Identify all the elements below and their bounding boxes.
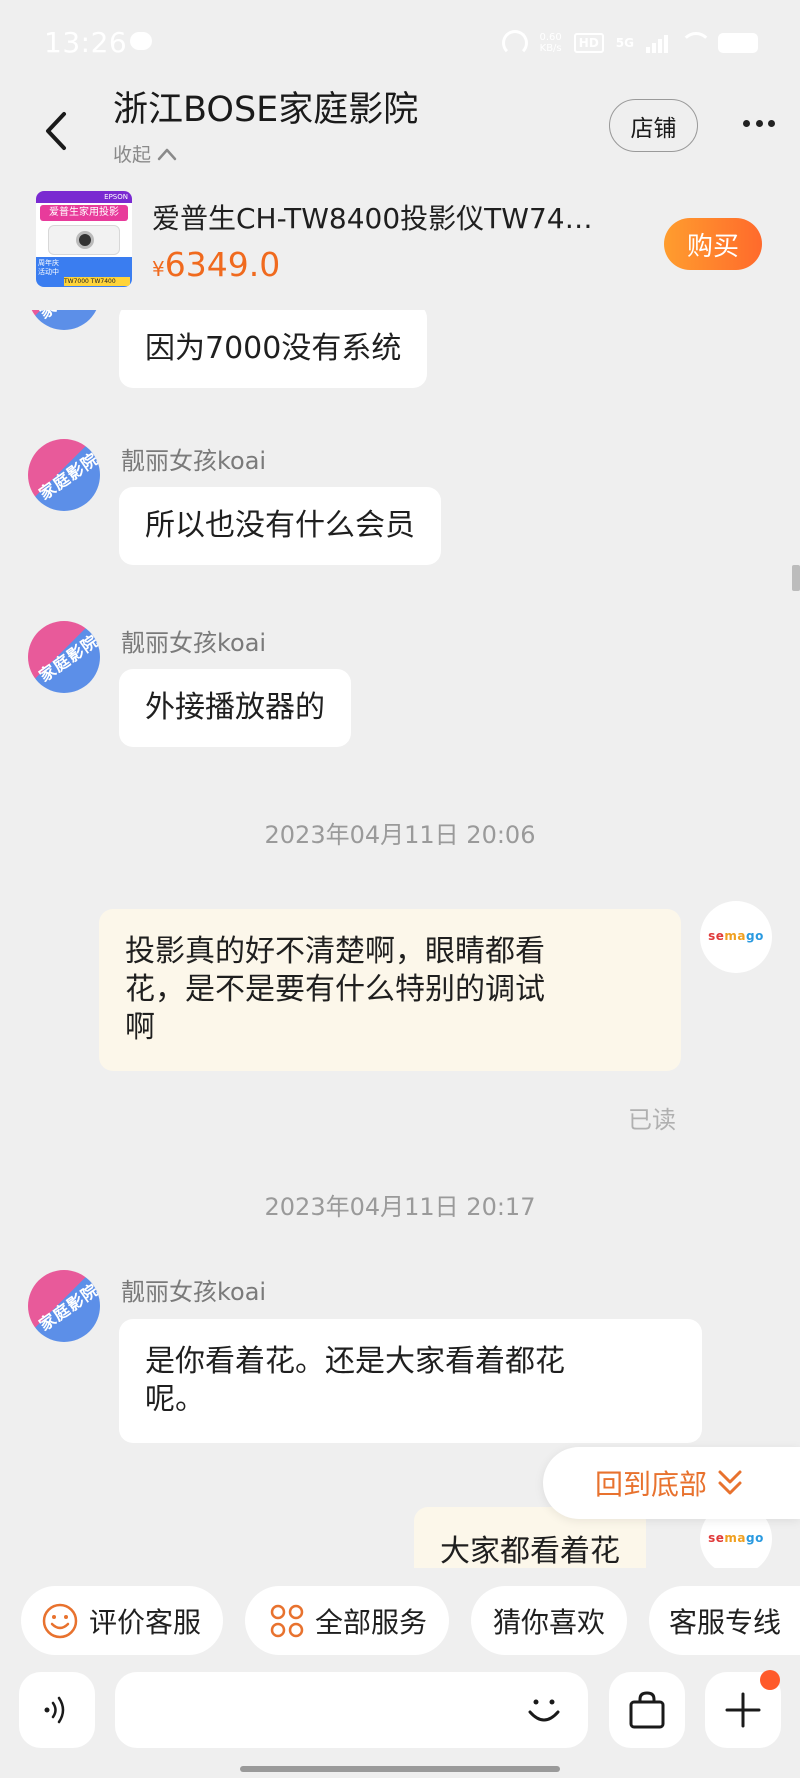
product-card[interactable]: EPSON 爱普生家用投影 周年庆活动中 TW7000 TW7400 爱普生CH… xyxy=(0,185,800,287)
chip-label: 猜你喜欢 xyxy=(493,1605,606,1639)
sender-name: 靓丽女孩koai xyxy=(121,447,267,475)
chip-label: 全部服务 xyxy=(315,1605,428,1639)
service-hotline-chip[interactable]: 客服专线 xyxy=(649,1586,800,1655)
guess-you-like-chip[interactable]: 猜你喜欢 xyxy=(471,1586,628,1655)
message-timestamp: 2023年04月11日 20:06 xyxy=(264,821,536,849)
chat-messages[interactable]: 家庭影院 因为7000没有系统 家庭影院 靓丽女孩koai 所以也没有什么会员 … xyxy=(0,310,800,1568)
hd-icon: HD xyxy=(573,33,604,53)
voice-icon xyxy=(44,1696,65,1724)
message-bubble[interactable]: 是你看着花。还是大家看着都花 呢。 xyxy=(119,1319,702,1443)
product-thumbnail[interactable]: EPSON 爱普生家用投影 周年庆活动中 TW7000 TW7400 xyxy=(36,191,132,287)
net-speed-value: 0.60 xyxy=(539,32,562,43)
wifi-icon xyxy=(680,32,712,54)
input-bar xyxy=(0,1670,800,1752)
signal-icon xyxy=(646,33,668,53)
status-time: 13:26 xyxy=(44,26,128,59)
message-timestamp: 2023年04月11日 20:17 xyxy=(264,1193,536,1221)
speed-gauge-icon xyxy=(501,30,528,56)
chat-header: 浙江BOSE家庭影院 收起 店铺 xyxy=(0,90,800,178)
sender-name: 靓丽女孩koai xyxy=(121,1278,267,1306)
chip-label: 评价客服 xyxy=(89,1605,202,1639)
network-type: 5G xyxy=(615,36,634,50)
plus-icon xyxy=(725,1692,761,1728)
back-to-bottom-button[interactable]: 回到底部 xyxy=(543,1447,800,1519)
semago-logo: semago xyxy=(708,1531,764,1545)
net-speed-unit: KB/s xyxy=(539,43,562,54)
page-title: 浙江BOSE家庭影院 xyxy=(113,90,419,130)
shopping-bag-button[interactable] xyxy=(609,1672,685,1748)
buy-button[interactable]: 购买 xyxy=(664,218,762,270)
message-bubble[interactable]: 所以也没有什么会员 xyxy=(119,487,441,565)
collapse-label: 收起 xyxy=(113,144,152,166)
product-price: ¥6349.0 xyxy=(152,245,280,284)
shopping-bag-icon xyxy=(629,1691,665,1729)
price-value: 6349.0 xyxy=(164,245,281,284)
battery-icon xyxy=(718,33,758,53)
shop-avatar[interactable]: 家庭影院 xyxy=(28,1270,100,1342)
quick-actions-bar: 评价客服 全部服务 猜你喜欢 客服专线 xyxy=(0,1586,800,1660)
home-indicator[interactable] xyxy=(240,1766,560,1772)
net-speed: 0.60 KB/s xyxy=(540,32,562,54)
status-indicators: 0.60 KB/s HD 5G xyxy=(501,28,758,58)
chevron-up-icon xyxy=(157,148,177,160)
cloud-icon xyxy=(130,32,152,50)
thumb-badge: 周年庆活动中 xyxy=(38,259,59,276)
rate-service-chip[interactable]: 评价客服 xyxy=(21,1586,224,1655)
notification-dot xyxy=(760,1670,780,1690)
my-avatar[interactable]: semago xyxy=(700,901,772,973)
read-receipt: 已读 xyxy=(628,1106,676,1134)
shop-avatar[interactable]: 家庭影院 xyxy=(28,439,100,511)
thumb-models: TW7000 TW7400 xyxy=(64,277,130,286)
voice-button[interactable] xyxy=(19,1672,95,1748)
product-title[interactable]: 爱普生CH-TW8400投影仪TW74… xyxy=(152,197,632,237)
status-bar: 13:26 0.60 KB/s HD 5G xyxy=(0,0,800,90)
scrollbar[interactable] xyxy=(792,565,800,591)
back-icon[interactable] xyxy=(42,110,72,152)
chip-label: 客服专线 xyxy=(669,1605,782,1639)
shop-button[interactable]: 店铺 xyxy=(609,99,698,152)
thumb-brand: EPSON xyxy=(36,191,132,203)
my-message-bubble[interactable]: 投影真的好不清楚啊，眼睛都看 花，是不是要有什么特别的调试 啊 xyxy=(99,909,681,1071)
price-currency: ¥ xyxy=(152,257,165,281)
shop-avatar[interactable]: 家庭影院 xyxy=(28,310,100,330)
semago-logo: semago xyxy=(708,929,764,943)
message-input[interactable] xyxy=(115,1672,588,1748)
back-to-bottom-label: 回到底部 xyxy=(595,1468,708,1501)
more-icon[interactable] xyxy=(743,120,775,130)
emoji-icon[interactable] xyxy=(522,1688,566,1732)
message-bubble[interactable]: 外接播放器的 xyxy=(119,669,351,747)
double-chevron-down-icon xyxy=(718,1470,742,1495)
grid-icon xyxy=(270,1604,304,1637)
message-bubble[interactable]: 因为7000没有系统 xyxy=(119,310,428,388)
thumb-title: 爱普生家用投影 xyxy=(40,205,128,221)
shop-avatar[interactable]: 家庭影院 xyxy=(28,621,100,693)
collapse-toggle[interactable]: 收起 xyxy=(113,140,177,167)
sender-name: 靓丽女孩koai xyxy=(121,629,267,657)
all-services-chip[interactable]: 全部服务 xyxy=(245,1586,450,1655)
smile-icon xyxy=(42,1603,78,1638)
projector-lens xyxy=(76,231,94,249)
